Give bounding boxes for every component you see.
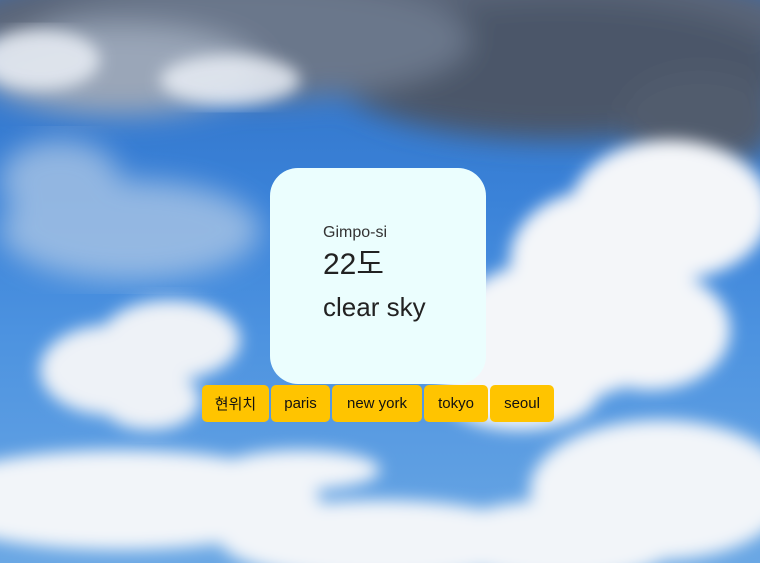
- tokyo-button[interactable]: tokyo: [424, 385, 488, 422]
- paris-button[interactable]: paris: [271, 385, 330, 422]
- current-location-button[interactable]: 현위치: [202, 385, 269, 422]
- seoul-button[interactable]: seoul: [490, 385, 554, 422]
- city-name: Gimpo-si: [323, 224, 388, 241]
- city-button-row: 현위치 paris new york tokyo seoul: [202, 385, 554, 422]
- weather-card: Gimpo-si 22도 clear sky: [270, 168, 486, 384]
- weather-description: clear sky: [323, 292, 426, 322]
- temperature: 22도: [323, 248, 384, 281]
- new-york-button[interactable]: new york: [332, 385, 422, 422]
